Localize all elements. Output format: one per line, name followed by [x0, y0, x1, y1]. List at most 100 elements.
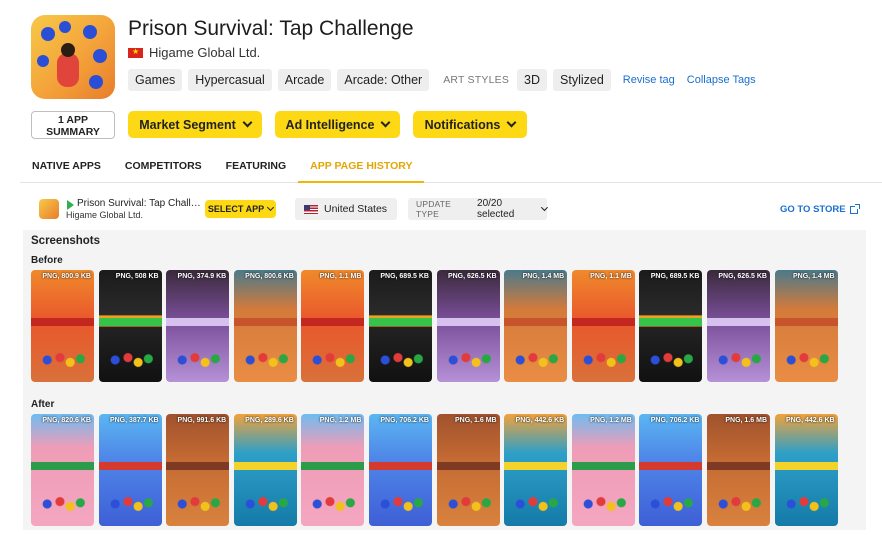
screenshot-crowd-art: [172, 348, 224, 372]
file-size-badge: PNG, 387.7 KB: [109, 417, 159, 424]
select-app-label: SELECT APP: [207, 204, 265, 214]
file-size-badge: PNG, 706.2 KB: [380, 417, 429, 424]
before-screenshot[interactable]: PNG, 374.9 KB: [166, 270, 230, 382]
before-screenshot[interactable]: PNG, 1.1 MB: [571, 270, 635, 382]
tab-competitors[interactable]: COMPETITORS: [113, 150, 214, 183]
file-size-badge: PNG, 1.1 MB: [590, 273, 632, 280]
tag-arcade[interactable]: Arcade: [277, 69, 332, 91]
screenshot-crowd-art: [442, 348, 494, 372]
before-screenshot[interactable]: PNG, 1.1 MB: [301, 270, 365, 382]
after-screenshot[interactable]: PNG, 442.6 KB: [774, 414, 838, 526]
tag-stylized[interactable]: Stylized: [553, 69, 611, 91]
notifications-dropdown[interactable]: Notifications: [413, 111, 527, 138]
file-size-badge: PNG, 800.6 KB: [245, 273, 294, 280]
before-screenshot[interactable]: PNG, 689.5 KB: [369, 270, 432, 382]
after-screenshot[interactable]: PNG, 1.2 MB: [571, 414, 635, 526]
file-size-badge: PNG, 1.2 MB: [590, 417, 632, 424]
screenshot-crowd-art: [442, 492, 494, 516]
update-type-select[interactable]: UPDATE TYPE 20/20 selected: [408, 198, 549, 220]
after-screenshot[interactable]: PNG, 1.6 MB: [436, 414, 500, 526]
before-screenshot[interactable]: PNG, 508 KB: [98, 270, 162, 382]
app-summary-button[interactable]: 1 APP SUMMARY: [31, 111, 115, 139]
tab-app-page-history[interactable]: APP PAGE HISTORY: [298, 150, 425, 183]
screenshot-scene-detail: [166, 462, 230, 470]
summary-line-1: 1 APP: [58, 114, 88, 126]
after-screenshot[interactable]: PNG, 1.2 MB: [301, 414, 365, 526]
summary-line-2: SUMMARY: [46, 126, 100, 138]
tag-3d[interactable]: 3D: [517, 69, 548, 91]
after-label: After: [31, 399, 55, 410]
file-size-badge: PNG, 1.2 MB: [319, 417, 362, 424]
screenshot-scene-detail: [31, 462, 94, 470]
before-screenshot[interactable]: PNG, 626.5 KB: [707, 270, 770, 382]
market-segment-dropdown[interactable]: Market Segment: [128, 111, 262, 138]
screenshot-crowd-art: [577, 492, 629, 516]
after-screenshot[interactable]: PNG, 820.6 KB: [31, 414, 94, 526]
screenshot-scene-detail: [233, 318, 297, 326]
after-screenshot[interactable]: PNG, 1.6 MB: [707, 414, 770, 526]
before-screenshot[interactable]: PNG, 800.6 KB: [233, 270, 297, 382]
screenshot-crowd-art: [375, 492, 426, 516]
selected-app-name: Prison Survival: Tap Challen...: [77, 198, 202, 209]
select-app-button[interactable]: SELECT APP: [205, 200, 276, 218]
screenshot-scene-detail: [436, 318, 500, 326]
file-size-badge: PNG, 508 KB: [115, 273, 159, 280]
file-size-badge: PNG, 706.2 KB: [650, 417, 700, 424]
developer-name[interactable]: Higame Global Ltd.: [149, 45, 260, 60]
chevron-down-icon: [267, 203, 275, 212]
screenshot-crowd-art: [37, 492, 88, 516]
country-select[interactable]: United States: [295, 198, 397, 220]
screenshot-crowd-art: [104, 492, 156, 516]
update-type-value: 20/20 selected: [477, 198, 515, 220]
after-screenshot[interactable]: PNG, 442.6 KB: [504, 414, 568, 526]
screenshot-crowd-art: [37, 348, 88, 372]
after-screenshot[interactable]: PNG, 706.2 KB: [369, 414, 432, 526]
screenshot-scene-detail: [571, 318, 635, 326]
update-type-label: UPDATE TYPE: [416, 199, 452, 219]
screenshot-scene-detail: [639, 318, 703, 326]
after-screenshot[interactable]: PNG, 387.7 KB: [98, 414, 162, 526]
app-thumbnail-icon: [39, 199, 59, 219]
after-screenshot[interactable]: PNG, 289.6 KB: [233, 414, 297, 526]
file-size-badge: PNG, 1.4 MB: [792, 273, 835, 280]
screenshot-crowd-art: [239, 348, 291, 372]
screenshot-crowd-art: [375, 348, 426, 372]
ad-intelligence-label: Ad Intelligence: [285, 117, 375, 132]
file-size-badge: PNG, 289.6 KB: [245, 417, 294, 424]
file-size-badge: PNG, 626.5 KB: [447, 273, 497, 280]
ad-intelligence-dropdown[interactable]: Ad Intelligence: [275, 111, 400, 138]
screenshot-crowd-art: [713, 492, 764, 516]
screenshot-crowd-art: [780, 348, 832, 372]
revise-tag-link[interactable]: Revise tag: [623, 74, 675, 86]
tab-featuring[interactable]: FEATURING: [214, 150, 298, 183]
screenshot-scene-detail: [504, 318, 568, 326]
before-screenshot[interactable]: PNG, 800.9 KB: [31, 270, 94, 382]
go-to-store-label: GO TO STORE: [780, 204, 846, 215]
file-size-badge: PNG, 689.5 KB: [380, 273, 429, 280]
go-to-store-link[interactable]: GO TO STORE: [780, 203, 860, 215]
screenshot-scene-detail: [98, 462, 162, 470]
before-screenshot[interactable]: PNG, 626.5 KB: [436, 270, 500, 382]
before-screenshot[interactable]: PNG, 689.5 KB: [639, 270, 703, 382]
screenshot-scene-detail: [369, 318, 432, 326]
tag-games[interactable]: Games: [128, 69, 183, 91]
tab-native-apps[interactable]: NATIVE APPS: [20, 150, 113, 183]
developer-row: Higame Global Ltd.: [128, 45, 260, 60]
tab-bar: NATIVE APPS COMPETITORS FEATURING APP PA…: [20, 150, 882, 183]
screenshot-crowd-art: [645, 492, 697, 516]
tag-arcade-other[interactable]: Arcade: Other: [337, 69, 430, 91]
file-size-badge: PNG, 442.6 KB: [785, 417, 835, 424]
screenshot-crowd-art: [780, 492, 832, 516]
file-size-badge: PNG, 1.1 MB: [319, 273, 362, 280]
before-screenshot[interactable]: PNG, 1.4 MB: [774, 270, 838, 382]
before-screenshot[interactable]: PNG, 1.4 MB: [504, 270, 568, 382]
file-size-badge: PNG, 1.4 MB: [522, 273, 565, 280]
after-screenshot[interactable]: PNG, 706.2 KB: [639, 414, 703, 526]
google-play-icon: [67, 200, 74, 210]
market-segment-label: Market Segment: [139, 117, 236, 132]
screenshot-scene-detail: [31, 318, 94, 326]
screenshot-crowd-art: [307, 492, 359, 516]
after-screenshot[interactable]: PNG, 991.6 KB: [166, 414, 230, 526]
collapse-tags-link[interactable]: Collapse Tags: [687, 74, 756, 86]
tag-hypercasual[interactable]: Hypercasual: [188, 69, 272, 91]
